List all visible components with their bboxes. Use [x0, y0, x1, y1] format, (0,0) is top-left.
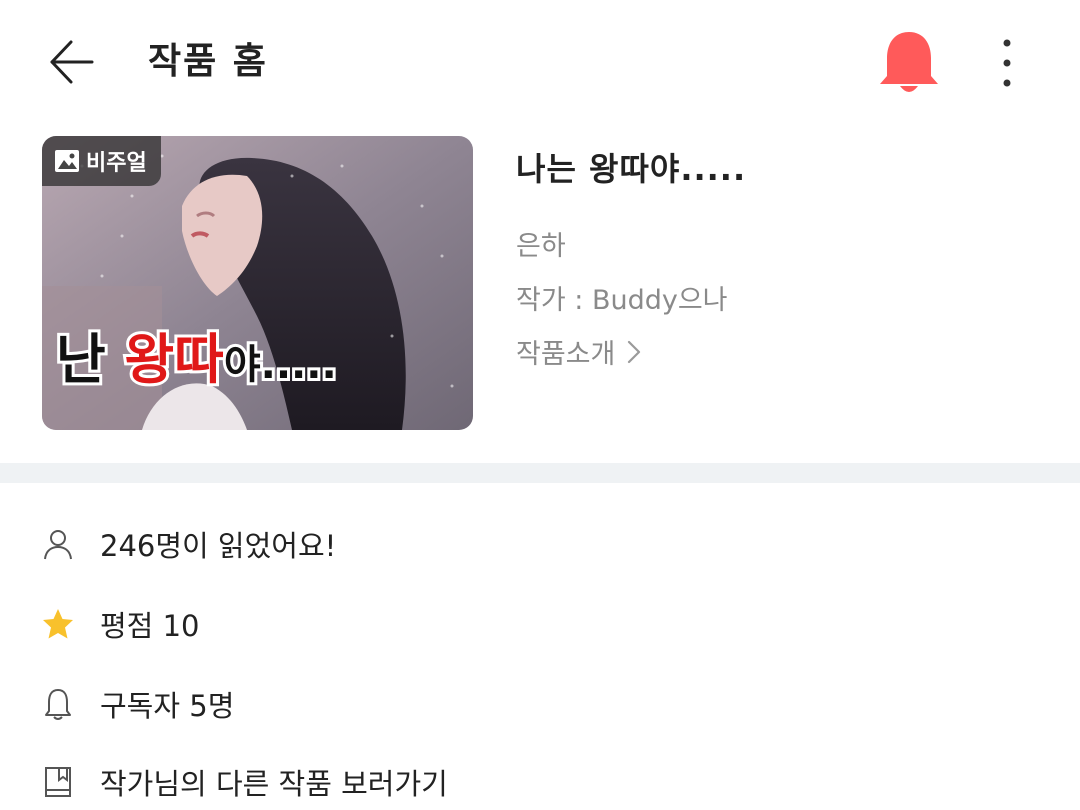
caption-part-2: 왕따 [124, 328, 223, 391]
work-intro-link[interactable]: 작품소개 [516, 332, 641, 371]
visual-badge: 비주얼 [42, 136, 161, 186]
readers-count: 246명이 읽었어요! [100, 529, 337, 563]
back-button[interactable] [46, 36, 98, 88]
caption-part-3: 야..... [224, 342, 337, 388]
other-works-link[interactable]: 작가님의 다른 작품 보러가기 [42, 757, 448, 807]
other-works-label: 작가님의 다른 작품 보러가기 [100, 767, 448, 801]
rating-row: 평점 10 [42, 599, 199, 649]
arrow-left-icon [50, 40, 94, 84]
work-intro-label: 작품소개 [516, 339, 616, 370]
caption-part-1: 난 [56, 328, 124, 391]
top-bar: 작품 홈 [0, 0, 1080, 125]
subscribers-row: 구독자 5명 [42, 679, 234, 729]
chevron-right-icon [628, 340, 641, 363]
person-icon [44, 530, 72, 560]
subscribers-count: 구독자 5명 [100, 689, 235, 723]
readers-row: 246명이 읽었어요! [42, 519, 336, 569]
cover-thumbnail[interactable]: 비주얼 난 왕따야..... [42, 136, 473, 430]
book-icon [45, 767, 71, 797]
page-title: 작품 홈 [148, 41, 268, 82]
more-options-button[interactable] [990, 36, 1024, 90]
thumbnail-caption: 난 왕따야..... [53, 325, 340, 394]
svg-text:난 왕따야.....: 난 왕따야..... [56, 328, 337, 391]
work-subtitle: 은하 [516, 231, 566, 262]
vertical-dots-icon [1003, 39, 1011, 87]
work-title: 나는 왕따야..... [516, 150, 747, 188]
image-icon [55, 150, 79, 172]
bell-outline-icon [45, 689, 71, 720]
star-icon [43, 609, 73, 639]
work-author[interactable]: 작가 : Buddy으나 [516, 278, 728, 317]
visual-badge-label: 비주얼 [86, 151, 147, 176]
notification-button[interactable] [878, 30, 940, 96]
section-divider [0, 463, 1080, 483]
rating-value: 평점 10 [100, 609, 200, 643]
bell-icon [880, 32, 938, 92]
